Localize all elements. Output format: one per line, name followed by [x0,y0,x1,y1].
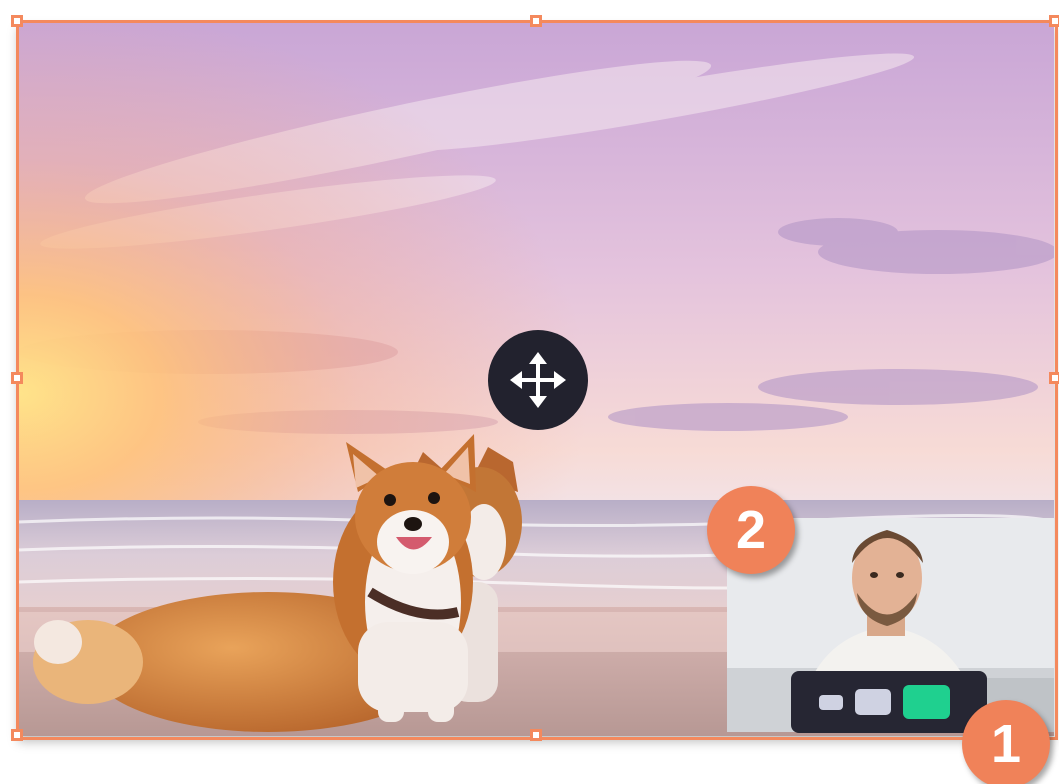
layout-option-large[interactable] [903,685,950,719]
callout-badge-2: 2 [707,486,795,574]
resize-handle-top-left[interactable] [11,15,23,27]
resize-handle-bottom-left[interactable] [11,729,23,741]
resize-handle-top-right[interactable] [1049,15,1059,27]
resize-handle-left[interactable] [11,372,23,384]
callout-badge-1: 1 [962,700,1050,784]
layout-option-medium[interactable] [855,689,891,715]
video-editor-preview: 2 1 [0,0,1059,784]
resize-handle-bottom[interactable] [530,729,542,741]
layout-option-small[interactable] [819,694,843,710]
move-button[interactable] [488,330,588,430]
overlay-layout-switcher [791,671,987,733]
resize-handle-right[interactable] [1049,372,1059,384]
resize-handle-top[interactable] [530,15,542,27]
move-arrows-icon [510,352,566,408]
